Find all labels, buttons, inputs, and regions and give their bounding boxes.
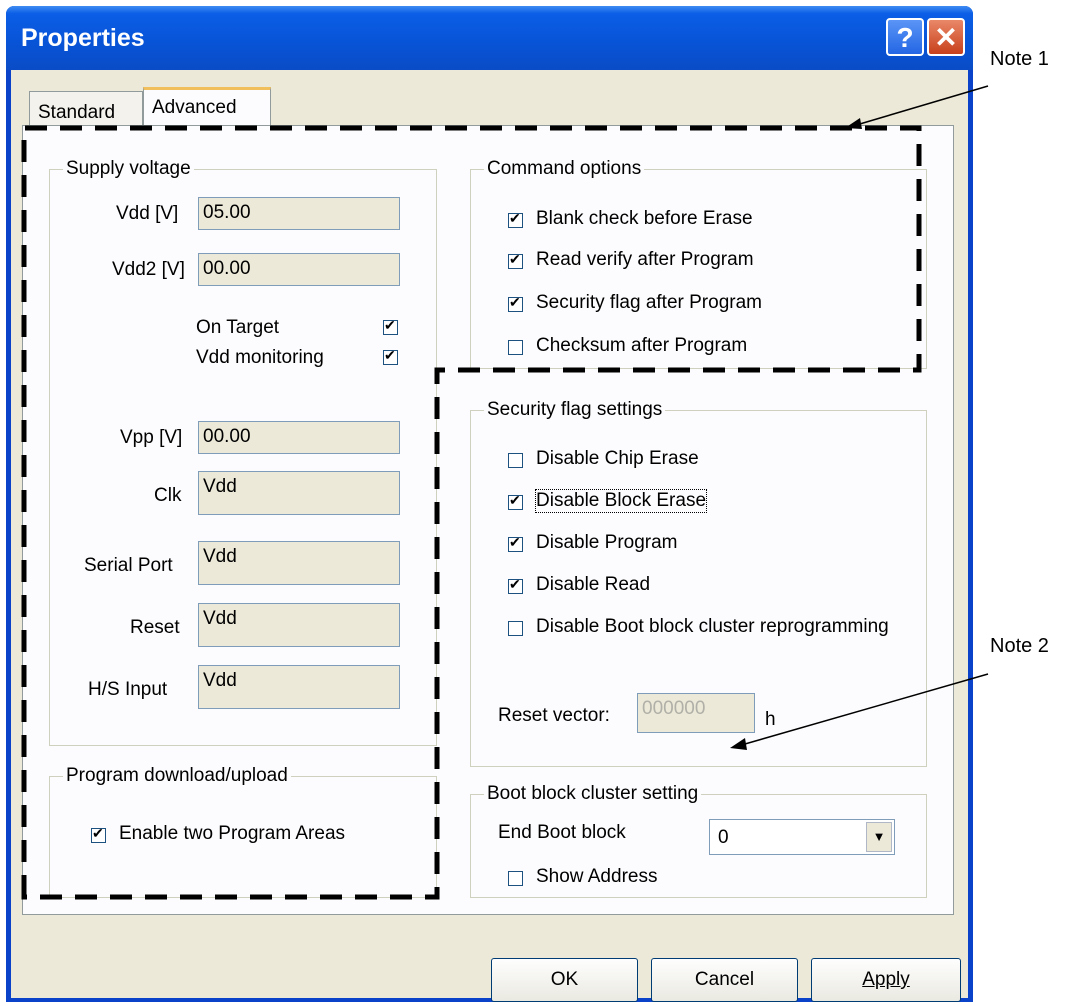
reset-label: Reset — [130, 617, 180, 638]
on-target-label: On Target — [196, 317, 280, 338]
cancel-button[interactable]: Cancel — [651, 958, 798, 1002]
boot-block-group: Boot block cluster setting End Boot bloc… — [470, 783, 927, 898]
blank-check-label: Blank check before Erase — [536, 208, 753, 229]
tab-standard[interactable]: Standard — [29, 91, 143, 125]
reset-vector-unit: h — [765, 709, 776, 730]
security-flag-label: Security flag after Program — [536, 292, 762, 313]
disable-read-label: Disable Read — [536, 574, 651, 595]
end-boot-block-value: 0 — [718, 827, 729, 848]
reset-vector-field: 000000 — [637, 693, 755, 733]
security-flag-checkbox[interactable] — [508, 294, 523, 312]
show-address-label: Show Address — [536, 866, 658, 887]
end-boot-block-dropdown[interactable]: 0 ▼ — [709, 819, 895, 855]
command-options-legend: Command options — [484, 158, 645, 180]
dialog-client-area: Standard Advanced Supply voltage Vdd [V]… — [11, 70, 968, 1002]
properties-window: Properties ? ✕ Standard Advanced Supply … — [6, 6, 973, 1002]
vdd-monitoring-checkbox[interactable] — [383, 347, 398, 365]
advanced-tab-panel: Supply voltage Vdd [V] 05.00 Vdd2 [V] 00… — [22, 125, 954, 915]
checksum-label: Checksum after Program — [536, 335, 748, 356]
vdd-field[interactable]: 05.00 — [198, 197, 400, 230]
clk-label: Clk — [154, 485, 182, 506]
disable-chip-erase-checkbox[interactable] — [508, 453, 523, 468]
apply-button[interactable]: Apply — [811, 958, 961, 1002]
vdd-label: Vdd [V] — [116, 203, 179, 224]
read-verify-checkbox[interactable] — [508, 251, 523, 269]
reset-field[interactable]: Vdd — [198, 603, 400, 647]
hs-input-field[interactable]: Vdd — [198, 665, 400, 709]
vpp-label: Vpp [V] — [120, 427, 183, 448]
close-button[interactable]: ✕ — [927, 18, 965, 56]
hs-input-label: H/S Input — [88, 679, 168, 700]
window-title: Properties — [21, 24, 145, 52]
title-bar[interactable]: Properties ? ✕ — [6, 6, 973, 70]
checksum-checkbox[interactable] — [508, 340, 523, 355]
program-download-group: Program download/upload Enable two Progr… — [49, 765, 437, 898]
vdd-monitoring-label: Vdd monitoring — [196, 347, 324, 368]
vpp-field[interactable]: 00.00 — [198, 421, 400, 454]
enable-two-areas-checkbox[interactable] — [91, 825, 106, 843]
security-flags-group: Security flag settings Disable Chip Eras… — [470, 399, 927, 767]
read-verify-label: Read verify after Program — [536, 249, 754, 270]
enable-two-areas-label: Enable two Program Areas — [119, 823, 346, 844]
disable-boot-reprogramming-checkbox[interactable] — [508, 621, 523, 636]
serial-port-label: Serial Port — [84, 555, 173, 576]
supply-voltage-group: Supply voltage Vdd [V] 05.00 Vdd2 [V] 00… — [49, 158, 437, 746]
supply-voltage-legend: Supply voltage — [63, 158, 194, 180]
disable-read-checkbox[interactable] — [508, 576, 523, 594]
disable-program-label: Disable Program — [536, 532, 678, 553]
ok-button[interactable]: OK — [491, 958, 638, 1002]
help-button[interactable]: ? — [886, 18, 924, 56]
blank-check-checkbox[interactable] — [508, 210, 523, 228]
chevron-down-icon[interactable]: ▼ — [866, 822, 892, 852]
clk-field[interactable]: Vdd — [198, 471, 400, 515]
disable-program-checkbox[interactable] — [508, 534, 523, 552]
boot-block-legend: Boot block cluster setting — [484, 783, 702, 805]
reset-vector-label: Reset vector: — [498, 705, 610, 726]
show-address-checkbox[interactable] — [508, 871, 523, 886]
disable-chip-erase-label: Disable Chip Erase — [536, 448, 699, 469]
tab-advanced[interactable]: Advanced — [143, 87, 271, 125]
disable-block-erase-label: Disable Block Erase — [534, 489, 708, 513]
security-flags-legend: Security flag settings — [484, 399, 666, 421]
program-download-legend: Program download/upload — [63, 765, 291, 787]
note1-label: Note 1 — [990, 48, 1049, 70]
command-options-group: Command options Blank check before Erase… — [470, 158, 927, 369]
vdd2-field[interactable]: 00.00 — [198, 253, 400, 286]
note2-label: Note 2 — [990, 635, 1049, 657]
vdd2-label: Vdd2 [V] — [112, 259, 185, 280]
end-boot-block-label: End Boot block — [498, 822, 626, 843]
serial-port-field[interactable]: Vdd — [198, 541, 400, 585]
on-target-checkbox[interactable] — [383, 317, 398, 335]
disable-boot-reprogramming-label: Disable Boot block cluster reprogramming — [536, 616, 889, 637]
disable-block-erase-checkbox[interactable] — [508, 492, 523, 510]
